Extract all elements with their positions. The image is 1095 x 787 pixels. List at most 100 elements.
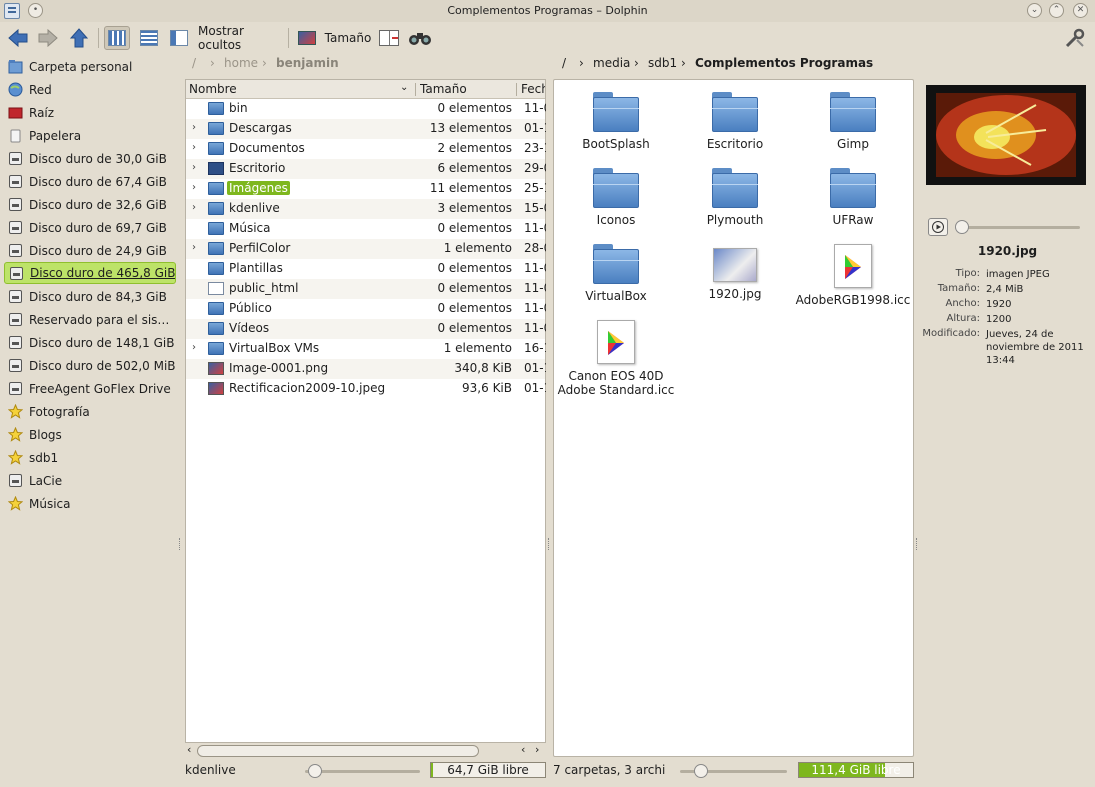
file-item[interactable]: Escritorio — [676, 92, 794, 151]
place-item[interactable]: Blogs — [4, 424, 176, 445]
slider-handle[interactable] — [694, 764, 708, 778]
file-size: 0 elementos — [437, 261, 512, 275]
columns-view-button[interactable] — [166, 26, 192, 50]
slider-handle[interactable] — [308, 764, 322, 778]
breadcrumb-item[interactable]: home — [224, 56, 258, 70]
breadcrumb-root[interactable]: / — [562, 56, 566, 70]
table-row[interactable]: Rectificacion2009-10.jpeg 93,6 KiB 01-1 — [186, 379, 546, 399]
find-button[interactable] — [406, 26, 434, 50]
file-item[interactable]: Canon EOS 40D Adobe Standard.icc — [557, 320, 675, 397]
show-hidden-button[interactable]: Mostrar ocultos — [198, 24, 280, 52]
zoom-slider[interactable] — [680, 764, 787, 778]
breadcrumb-item[interactable]: media — [593, 56, 630, 70]
file-name: kdenlive — [229, 201, 280, 215]
place-item[interactable]: Carpeta personal — [4, 56, 176, 77]
place-item[interactable]: Música — [4, 493, 176, 514]
place-item[interactable]: Raíz — [4, 102, 176, 123]
zoom-slider[interactable] — [305, 764, 420, 778]
file-item[interactable]: UFRaw — [794, 168, 912, 227]
expand-icon[interactable]: › — [192, 202, 196, 213]
file-item[interactable]: Plymouth — [676, 168, 794, 227]
splitter-handle[interactable] — [179, 538, 182, 550]
place-item[interactable]: Papelera — [4, 125, 176, 146]
splitter-handle[interactable] — [916, 538, 919, 550]
hard-disk-icon — [8, 174, 23, 189]
minimize-button[interactable]: ⌄ — [1027, 3, 1042, 18]
expand-icon[interactable]: › — [192, 162, 196, 173]
place-item[interactable]: Disco duro de 84,3 GiB — [4, 286, 176, 307]
place-item[interactable]: Disco duro de 32,6 GiB — [4, 194, 176, 215]
column-size-header[interactable]: Tamaño — [420, 82, 467, 96]
breadcrumb-item[interactable]: sdb1 — [648, 56, 677, 70]
column-name-header[interactable]: Nombre — [189, 82, 237, 96]
place-item[interactable]: Disco duro de 148,1 GiB — [4, 332, 176, 353]
place-item[interactable]: Disco duro de 67,4 GiB — [4, 171, 176, 192]
table-row[interactable]: Plantillas 0 elementos 11-0 — [186, 259, 546, 279]
icons-view: BootSplash Escritorio Gimp Iconos Plymouth UF… — [553, 79, 914, 757]
place-item[interactable]: FreeAgent GoFlex Drive — [4, 378, 176, 399]
file-item[interactable]: VirtualBox — [557, 244, 675, 303]
place-item[interactable]: Disco duro de 69,7 GiB — [4, 217, 176, 238]
table-row[interactable]: Image-0001.png 340,8 KiB 01-1 — [186, 359, 546, 379]
table-row[interactable]: Público 0 elementos 11-0 — [186, 299, 546, 319]
file-name: Plantillas — [229, 261, 283, 275]
table-row[interactable]: › Escritorio 6 elementos 29-0 — [186, 159, 546, 179]
splitter-handle[interactable] — [548, 538, 551, 550]
file-item[interactable]: Iconos — [557, 168, 675, 227]
media-seek-slider[interactable] — [956, 226, 1080, 229]
expand-icon[interactable]: › — [192, 182, 196, 193]
table-row[interactable]: Vídeos 0 elementos 11-0 — [186, 319, 546, 339]
table-row[interactable]: Música 0 elementos 11-0 — [186, 219, 546, 239]
place-item[interactable]: Disco duro de 24,9 GiB — [4, 240, 176, 261]
table-row[interactable]: › Descargas 13 elementos 01-1 — [186, 119, 546, 139]
scroll-left-icon[interactable]: ‹ — [521, 743, 525, 756]
place-item[interactable]: sdb1 — [4, 447, 176, 468]
maximize-button[interactable]: ⌃ — [1049, 3, 1064, 18]
scroll-right-icon[interactable]: › — [535, 743, 539, 756]
split-view-button[interactable] — [376, 26, 402, 50]
back-button[interactable] — [6, 26, 30, 50]
close-button[interactable]: ✕ — [1073, 3, 1088, 18]
table-row[interactable]: › Imágenes 11 elementos 25-1 — [186, 179, 546, 199]
place-item[interactable]: Red — [4, 79, 176, 100]
breadcrumb-root[interactable]: / — [192, 56, 196, 70]
place-item-selected[interactable]: Disco duro de 465,8 GiB — [4, 262, 176, 284]
icons-view-button[interactable] — [104, 26, 130, 50]
table-row[interactable]: › PerfilColor 1 elemento 28-0 — [186, 239, 546, 259]
expand-icon[interactable]: › — [192, 142, 196, 153]
file-item[interactable]: 1920.jpg — [676, 244, 794, 301]
table-row[interactable]: › kdenlive 3 elementos 15-0 — [186, 199, 546, 219]
folder-icon — [208, 202, 224, 215]
table-row[interactable]: › VirtualBox VMs 1 elemento 16-1 — [186, 339, 546, 359]
slider-handle[interactable] — [955, 220, 969, 234]
expand-icon[interactable]: › — [192, 242, 196, 253]
horizontal-scrollbar[interactable]: ‹ ‹ › — [185, 743, 546, 759]
file-item[interactable]: BootSplash — [557, 92, 675, 151]
table-row[interactable]: public_html 0 elementos 11-0 — [186, 279, 546, 299]
size-button[interactable]: Tamaño — [325, 26, 372, 50]
expand-icon[interactable]: › — [192, 122, 196, 133]
place-item[interactable]: Disco duro de 502,0 MiB — [4, 355, 176, 376]
play-button[interactable] — [928, 218, 948, 236]
details-view-button[interactable] — [136, 26, 162, 50]
column-date-header[interactable]: Fech — [521, 82, 545, 96]
breadcrumb-item[interactable]: Complementos Programas — [695, 56, 873, 70]
file-item[interactable]: AdobeRGB1998.icc — [794, 244, 912, 307]
place-item[interactable]: LaCie — [4, 470, 176, 491]
table-row[interactable]: › Documentos 2 elementos 23-1 — [186, 139, 546, 159]
file-item[interactable]: Gimp — [794, 92, 912, 151]
settings-button[interactable] — [1062, 26, 1088, 50]
preview-button[interactable] — [294, 26, 320, 50]
up-button[interactable] — [67, 26, 91, 50]
place-item[interactable]: Reservado para el sistema — [4, 309, 176, 330]
scroll-left-icon[interactable]: ‹ — [187, 743, 191, 756]
file-size: 1 elemento — [443, 241, 512, 255]
place-item[interactable]: Disco duro de 30,0 GiB — [4, 148, 176, 169]
place-label: Raíz — [29, 105, 55, 120]
expand-icon[interactable]: › — [192, 342, 196, 353]
table-row[interactable]: bin 0 elementos 11-0 — [186, 99, 546, 119]
forward-button[interactable] — [36, 26, 60, 50]
scrollbar-thumb[interactable] — [197, 745, 479, 757]
breadcrumb-item[interactable]: benjamin — [276, 56, 339, 70]
place-item[interactable]: Fotografía — [4, 401, 176, 422]
